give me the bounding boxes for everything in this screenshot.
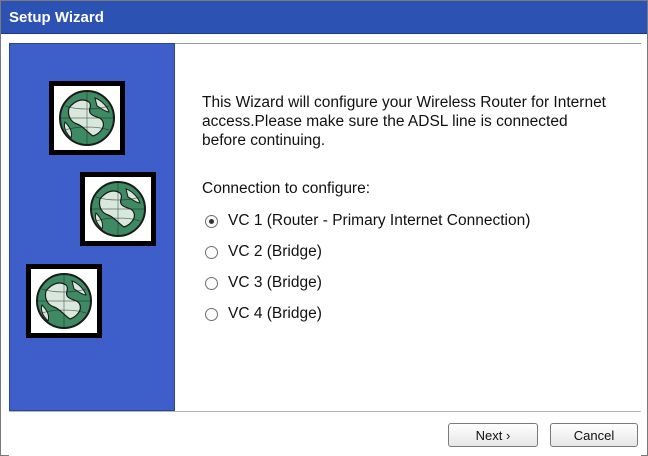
cancel-button[interactable]: Cancel: [550, 423, 638, 447]
radio-option-vc3[interactable]: VC 3 (Bridge): [205, 272, 322, 294]
radio-label-vc3[interactable]: VC 3 (Bridge): [228, 274, 322, 292]
sidebar-panel: [9, 43, 175, 411]
globe-icon: [26, 264, 102, 338]
globe-icon: [80, 172, 156, 246]
radio-button-vc4[interactable]: [205, 307, 218, 321]
content-panel: This Wizard will configure your Wireless…: [175, 43, 641, 411]
radio-option-vc4[interactable]: VC 4 (Bridge): [205, 303, 322, 325]
radio-option-vc1[interactable]: VC 1 (Router - Primary Internet Connecti…: [205, 210, 530, 232]
next-button[interactable]: Next ›: [448, 423, 538, 447]
connection-label: Connection to configure:: [202, 180, 371, 197]
window-title: Setup Wizard: [9, 8, 104, 26]
intro-text: This Wizard will configure your Wireless…: [202, 94, 606, 149]
radio-button-vc3[interactable]: [205, 276, 218, 290]
title-bar: Setup Wizard: [1, 1, 647, 34]
wizard-window: Setup Wizard This Wizard will configure …: [0, 0, 648, 456]
radio-label-vc2[interactable]: VC 2 (Bridge): [228, 243, 322, 261]
radio-button-vc2[interactable]: [205, 245, 218, 259]
radio-label-vc1[interactable]: VC 1 (Router - Primary Internet Connecti…: [228, 212, 530, 230]
globe-icon: [49, 81, 125, 155]
radio-button-vc1[interactable]: [205, 214, 218, 228]
radio-option-vc2[interactable]: VC 2 (Bridge): [205, 241, 322, 263]
button-bar: Next › Cancel: [9, 411, 641, 456]
radio-label-vc4[interactable]: VC 4 (Bridge): [228, 305, 322, 323]
